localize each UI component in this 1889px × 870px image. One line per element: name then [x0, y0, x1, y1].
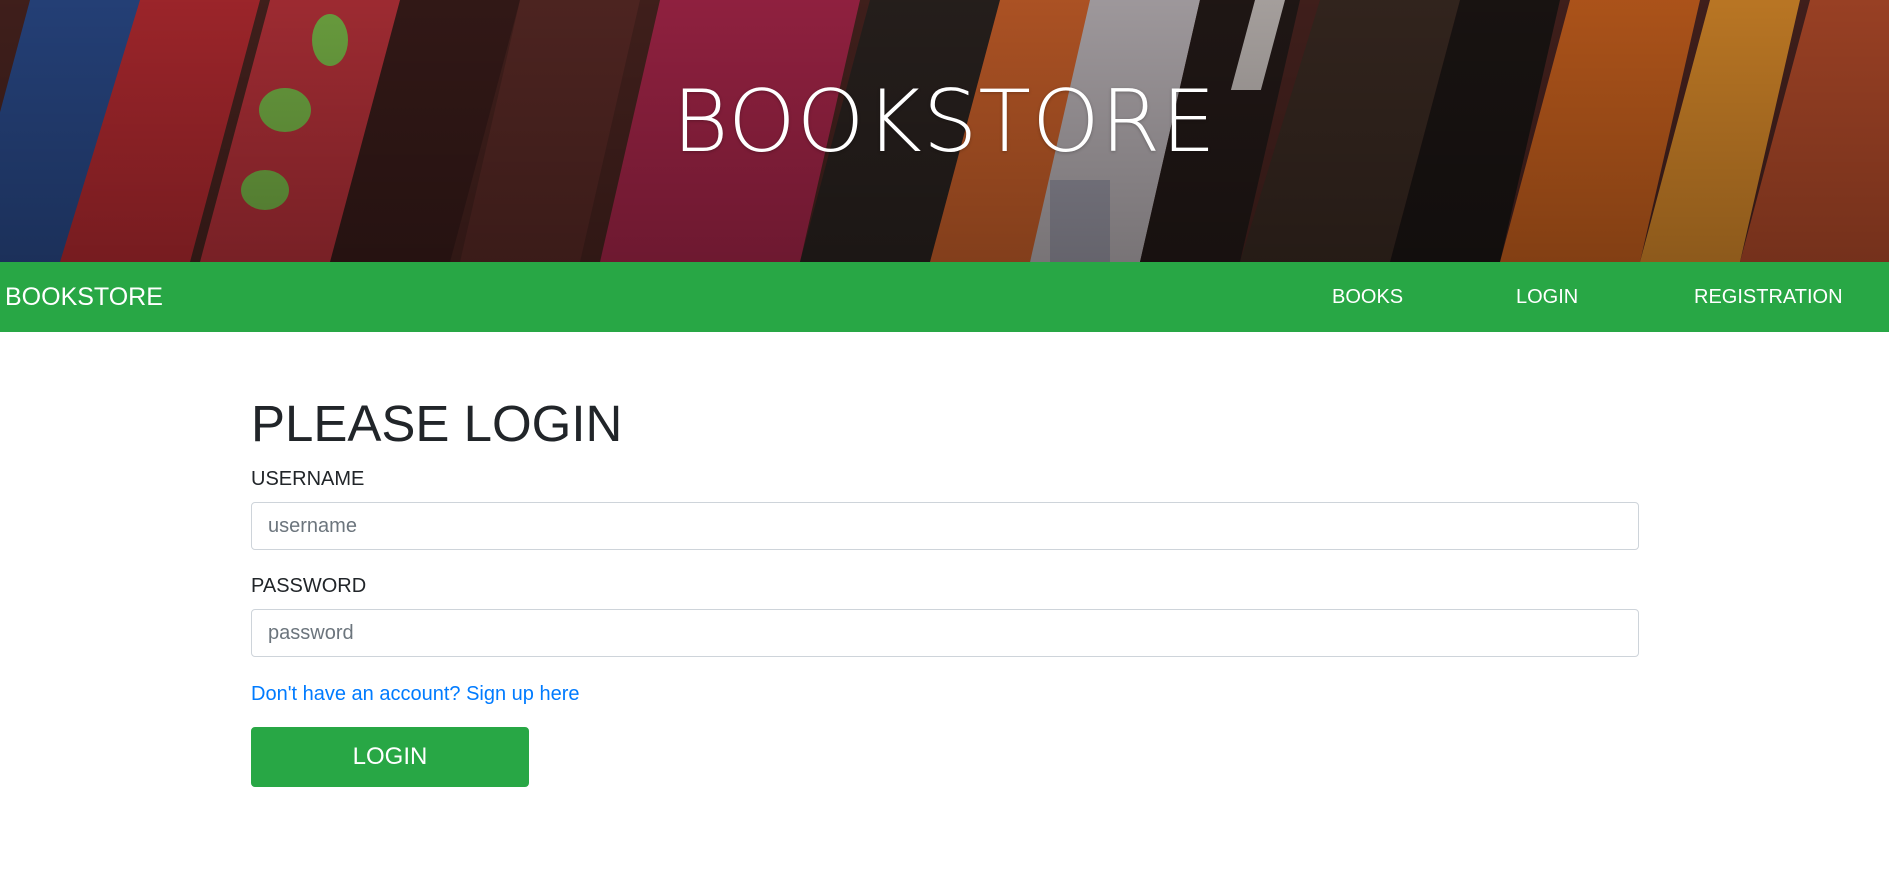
login-button[interactable]: LOGIN: [251, 727, 529, 787]
navbar-brand-link[interactable]: BOOKSTORE: [5, 262, 163, 332]
nav-link-login[interactable]: LOGIN: [1516, 262, 1578, 332]
username-label: USERNAME: [251, 468, 365, 490]
hero-banner: BOOKSTORE: [0, 0, 1889, 262]
password-input[interactable]: [251, 609, 1639, 657]
password-label: PASSWORD: [251, 575, 367, 597]
page-title: PLEASE LOGIN: [251, 395, 623, 452]
username-input[interactable]: [251, 502, 1639, 550]
nav-link-registration[interactable]: REGISTRATION: [1694, 262, 1843, 332]
hero-title: BOOKSTORE: [672, 72, 1217, 172]
navbar: BOOKSTORE BOOKS LOGIN REGISTRATION: [0, 262, 1889, 332]
main-content: PLEASE LOGIN USERNAME PASSWORD Don't hav…: [0, 332, 1889, 870]
nav-link-books[interactable]: BOOKS: [1332, 262, 1403, 332]
signup-link[interactable]: Don't have an account? Sign up here: [251, 682, 580, 706]
